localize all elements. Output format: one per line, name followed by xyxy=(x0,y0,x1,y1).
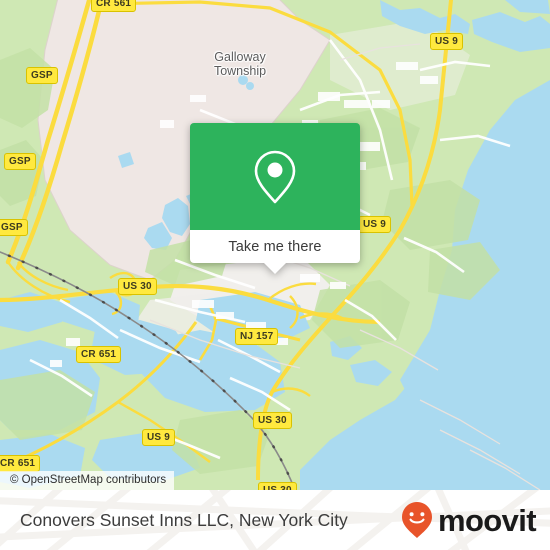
moovit-location-card: Galloway Township CR 561 US 9 GSP GSP GS… xyxy=(0,0,550,550)
map-canvas[interactable]: Galloway Township CR 561 US 9 GSP GSP GS… xyxy=(0,0,550,490)
place-label-line1: Galloway xyxy=(214,50,266,64)
road-shield-us-9-right: US 9 xyxy=(358,216,392,233)
road-shield-us-9-top: US 9 xyxy=(430,33,464,50)
road-shield-cr-561: CR 561 xyxy=(91,0,137,12)
popup-action-area[interactable]: Take me there xyxy=(190,230,360,274)
location-popup-card[interactable]: Take me there xyxy=(190,123,360,274)
road-shield-us-30-right: US 30 xyxy=(253,412,292,429)
place-label-line2: Township xyxy=(213,64,267,78)
road-shield-cr-651-left: CR 651 xyxy=(0,455,41,472)
moovit-smiley-pin-icon xyxy=(401,502,432,538)
place-label-galloway-township: Galloway Township xyxy=(196,50,284,78)
road-shield-us-9-bottom: US 9 xyxy=(142,429,176,446)
take-me-there-label: Take me there xyxy=(228,238,322,255)
road-shield-gsp-mid: GSP xyxy=(4,153,36,170)
map-attribution[interactable]: © OpenStreetMap contributors xyxy=(0,471,175,490)
map-pin-icon xyxy=(254,150,296,203)
road-shield-nj-157: NJ 157 xyxy=(235,328,279,345)
page-title: Conovers Sunset Inns LLC, New York City xyxy=(20,510,348,530)
moovit-wordmark: moovit xyxy=(437,502,537,538)
road-shield-us-30-low: US 30 xyxy=(258,482,297,490)
road-shield-gsp-lower: GSP xyxy=(0,219,28,236)
popup-pointer-tail xyxy=(264,263,286,274)
footer-bar: Conovers Sunset Inns LLC, New York City … xyxy=(0,490,550,550)
moovit-brand[interactable]: moovit xyxy=(400,490,537,550)
popup-icon-area xyxy=(190,123,360,230)
road-shield-us-30-upper: US 30 xyxy=(118,278,157,295)
road-shield-cr-651-mid: CR 651 xyxy=(76,346,122,363)
road-shield-gsp-upper: GSP xyxy=(26,67,58,84)
